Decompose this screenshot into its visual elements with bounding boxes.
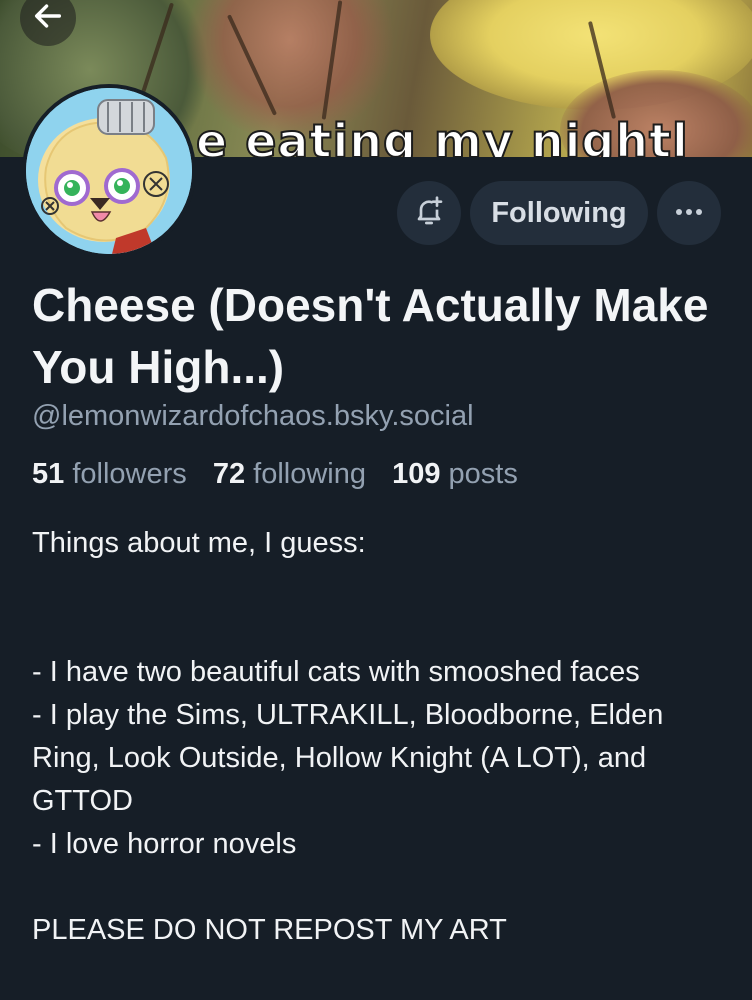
bio-line <box>32 608 722 651</box>
profile-stats: 51 followers 72 following 109 posts <box>32 458 536 491</box>
following-count: 72 <box>212 458 246 490</box>
profile-handle: @lemonwizardofchaos.bsky.social <box>32 400 474 432</box>
profile-page: e eating my nightl Following Cheese (Doe… <box>0 0 752 1000</box>
notifications-button[interactable] <box>397 181 461 245</box>
followers-count: 51 <box>32 458 65 490</box>
bio-line: Things about me, I guess: <box>32 527 366 559</box>
bio-line: PLEASE DO NOT REPOST MY ART <box>32 914 507 946</box>
avatar-image <box>26 88 192 254</box>
banner-caption: e eating my nightl <box>195 114 689 157</box>
bio-line: - I play the Sims, ULTRAKILL, Bloodborne… <box>32 699 664 817</box>
display-name: Cheese (Doesn't Actually Make You High..… <box>32 279 709 393</box>
following-button-label: Following <box>491 196 627 229</box>
followers-stat[interactable]: 51 followers <box>32 458 195 490</box>
following-button[interactable]: Following <box>470 181 648 245</box>
following-stat[interactable]: 72 following <box>213 458 374 490</box>
bio-line <box>32 565 722 608</box>
posts-stat: 109 posts <box>392 458 518 490</box>
arrow-left-icon <box>31 0 65 38</box>
followers-label: followers <box>72 458 187 490</box>
bell-plus-icon <box>413 195 445 232</box>
following-label: following <box>253 458 366 490</box>
posts-label: posts <box>448 458 518 490</box>
avatar[interactable] <box>22 84 196 258</box>
profile-bio: Things about me, I guess: - I have two b… <box>32 522 722 952</box>
posts-count: 109 <box>392 458 441 490</box>
bio-line: - I love horror novels <box>32 828 297 860</box>
more-options-button[interactable] <box>657 181 721 245</box>
bio-line <box>32 866 722 909</box>
bio-line: - I have two beautiful cats with smooshe… <box>32 656 640 688</box>
ellipsis-icon <box>674 204 704 222</box>
